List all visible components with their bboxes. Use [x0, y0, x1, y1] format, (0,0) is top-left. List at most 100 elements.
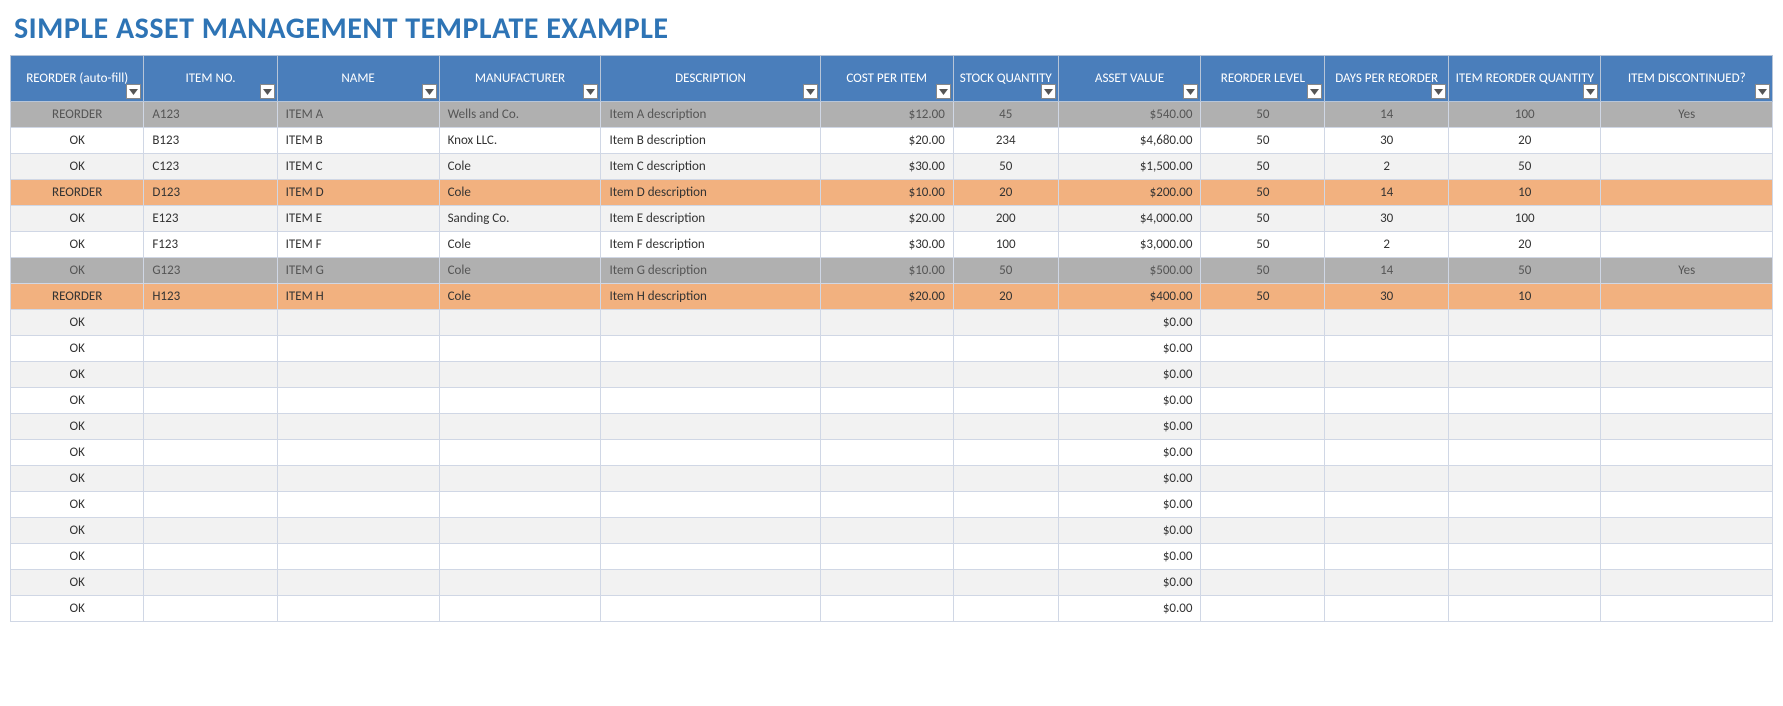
- cell-days[interactable]: 30: [1325, 284, 1449, 310]
- cell-disc[interactable]: [1601, 518, 1773, 544]
- cell-status[interactable]: OK: [11, 414, 144, 440]
- cell-days[interactable]: 14: [1325, 258, 1449, 284]
- cell-name[interactable]: [277, 466, 439, 492]
- cell-status[interactable]: REORDER: [11, 284, 144, 310]
- cell-cost[interactable]: [820, 310, 953, 336]
- cell-asset[interactable]: $0.00: [1058, 310, 1201, 336]
- cell-asset[interactable]: $0.00: [1058, 440, 1201, 466]
- cell-description[interactable]: [601, 570, 820, 596]
- cell-qty[interactable]: [1449, 596, 1601, 622]
- cell-description[interactable]: [601, 310, 820, 336]
- cell-level[interactable]: 50: [1201, 180, 1325, 206]
- cell-days[interactable]: 30: [1325, 206, 1449, 232]
- cell-manufacturer[interactable]: [439, 596, 601, 622]
- cell-disc[interactable]: [1601, 544, 1773, 570]
- cell-disc[interactable]: [1601, 596, 1773, 622]
- cell-name[interactable]: ITEM F: [277, 232, 439, 258]
- filter-dropdown-icon[interactable]: [126, 84, 141, 99]
- filter-dropdown-icon[interactable]: [1583, 84, 1598, 99]
- cell-manufacturer[interactable]: Cole: [439, 180, 601, 206]
- cell-itemno[interactable]: [144, 362, 277, 388]
- cell-status[interactable]: OK: [11, 154, 144, 180]
- filter-dropdown-icon[interactable]: [1183, 84, 1198, 99]
- cell-cost[interactable]: [820, 388, 953, 414]
- cell-name[interactable]: ITEM B: [277, 128, 439, 154]
- cell-cost[interactable]: $10.00: [820, 258, 953, 284]
- cell-asset[interactable]: $4,000.00: [1058, 206, 1201, 232]
- cell-cost[interactable]: $10.00: [820, 180, 953, 206]
- cell-itemno[interactable]: A123: [144, 102, 277, 128]
- cell-manufacturer[interactable]: [439, 544, 601, 570]
- cell-level[interactable]: [1201, 570, 1325, 596]
- cell-level[interactable]: 50: [1201, 154, 1325, 180]
- cell-status[interactable]: OK: [11, 388, 144, 414]
- cell-status[interactable]: OK: [11, 466, 144, 492]
- cell-description[interactable]: [601, 388, 820, 414]
- cell-level[interactable]: 50: [1201, 128, 1325, 154]
- cell-qty[interactable]: [1449, 362, 1601, 388]
- cell-itemno[interactable]: [144, 388, 277, 414]
- cell-stock[interactable]: [953, 544, 1058, 570]
- cell-qty[interactable]: 50: [1449, 258, 1601, 284]
- cell-name[interactable]: ITEM C: [277, 154, 439, 180]
- cell-status[interactable]: OK: [11, 518, 144, 544]
- cell-status[interactable]: REORDER: [11, 102, 144, 128]
- cell-itemno[interactable]: F123: [144, 232, 277, 258]
- cell-days[interactable]: [1325, 362, 1449, 388]
- cell-manufacturer[interactable]: [439, 440, 601, 466]
- cell-asset[interactable]: $0.00: [1058, 518, 1201, 544]
- cell-itemno[interactable]: [144, 414, 277, 440]
- cell-days[interactable]: 14: [1325, 180, 1449, 206]
- cell-qty[interactable]: 20: [1449, 232, 1601, 258]
- cell-description[interactable]: Item E description: [601, 206, 820, 232]
- cell-cost[interactable]: [820, 362, 953, 388]
- cell-itemno[interactable]: C123: [144, 154, 277, 180]
- cell-manufacturer[interactable]: [439, 336, 601, 362]
- cell-name[interactable]: [277, 388, 439, 414]
- cell-itemno[interactable]: [144, 492, 277, 518]
- cell-asset[interactable]: $400.00: [1058, 284, 1201, 310]
- cell-days[interactable]: [1325, 440, 1449, 466]
- cell-asset[interactable]: $0.00: [1058, 596, 1201, 622]
- cell-level[interactable]: [1201, 362, 1325, 388]
- cell-name[interactable]: [277, 544, 439, 570]
- cell-level[interactable]: [1201, 466, 1325, 492]
- cell-status[interactable]: OK: [11, 362, 144, 388]
- cell-stock[interactable]: [953, 336, 1058, 362]
- cell-level[interactable]: [1201, 440, 1325, 466]
- cell-level[interactable]: 50: [1201, 232, 1325, 258]
- cell-qty[interactable]: 100: [1449, 102, 1601, 128]
- cell-description[interactable]: Item H description: [601, 284, 820, 310]
- cell-disc[interactable]: [1601, 180, 1773, 206]
- cell-itemno[interactable]: B123: [144, 128, 277, 154]
- cell-name[interactable]: ITEM E: [277, 206, 439, 232]
- cell-stock[interactable]: [953, 310, 1058, 336]
- cell-level[interactable]: [1201, 388, 1325, 414]
- cell-stock[interactable]: 100: [953, 232, 1058, 258]
- cell-stock[interactable]: [953, 518, 1058, 544]
- cell-name[interactable]: [277, 492, 439, 518]
- cell-days[interactable]: 2: [1325, 154, 1449, 180]
- cell-qty[interactable]: 100: [1449, 206, 1601, 232]
- filter-dropdown-icon[interactable]: [1041, 84, 1056, 99]
- cell-stock[interactable]: 20: [953, 284, 1058, 310]
- cell-manufacturer[interactable]: Knox LLC.: [439, 128, 601, 154]
- cell-cost[interactable]: $20.00: [820, 206, 953, 232]
- cell-status[interactable]: OK: [11, 570, 144, 596]
- cell-manufacturer[interactable]: Cole: [439, 232, 601, 258]
- filter-dropdown-icon[interactable]: [803, 84, 818, 99]
- cell-manufacturer[interactable]: [439, 570, 601, 596]
- cell-qty[interactable]: [1449, 544, 1601, 570]
- cell-description[interactable]: [601, 518, 820, 544]
- cell-name[interactable]: [277, 440, 439, 466]
- cell-disc[interactable]: [1601, 492, 1773, 518]
- cell-level[interactable]: [1201, 518, 1325, 544]
- cell-disc[interactable]: [1601, 388, 1773, 414]
- cell-status[interactable]: OK: [11, 206, 144, 232]
- cell-stock[interactable]: 45: [953, 102, 1058, 128]
- cell-qty[interactable]: 10: [1449, 180, 1601, 206]
- cell-disc[interactable]: [1601, 440, 1773, 466]
- filter-dropdown-icon[interactable]: [1755, 84, 1770, 99]
- cell-stock[interactable]: 234: [953, 128, 1058, 154]
- cell-asset[interactable]: $0.00: [1058, 492, 1201, 518]
